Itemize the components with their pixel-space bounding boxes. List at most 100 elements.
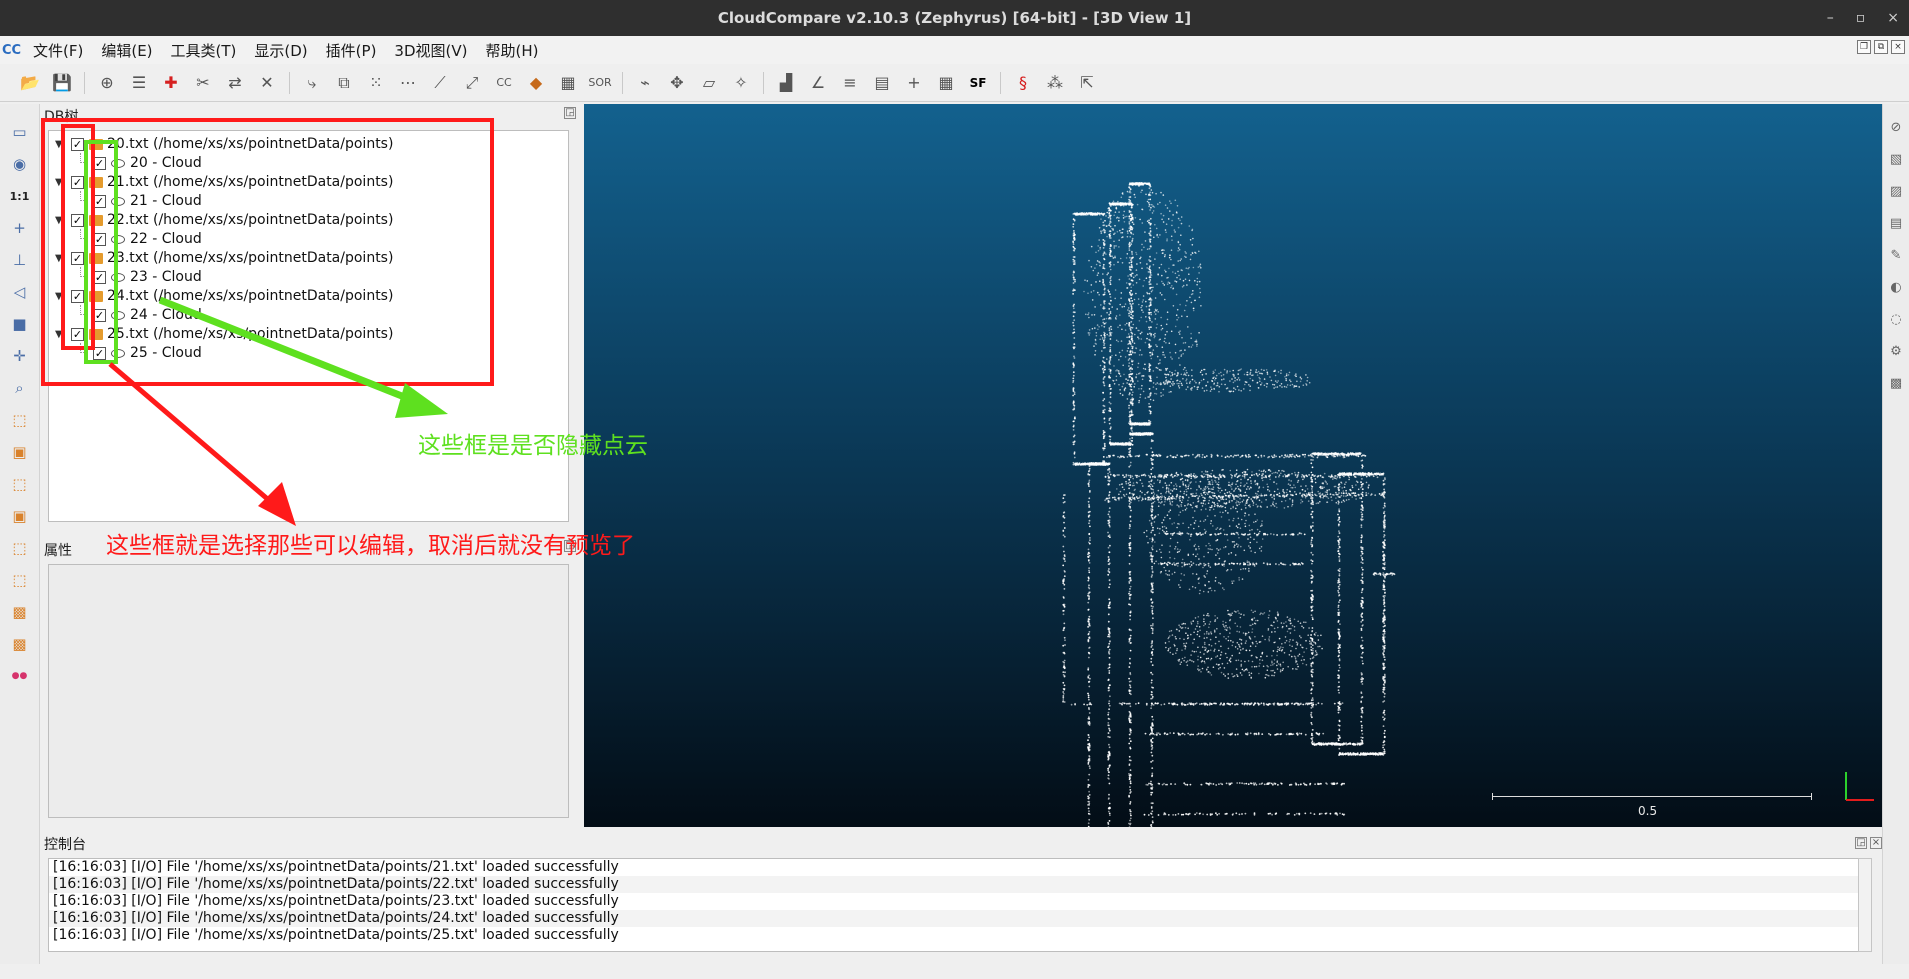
one-to-one-icon[interactable]: 1:1 (6, 182, 34, 210)
tree-file-row[interactable]: ▼ ✓ 20.txt (/home/xs/xs/pointnetData/point… (55, 135, 393, 153)
left-cube-icon[interactable]: ⬚ (6, 470, 34, 498)
transform-icon[interactable]: ⊕ (94, 70, 120, 96)
tree-cloud-row[interactable]: ✓ 25 - Cloud (93, 344, 202, 362)
visibility-checkbox[interactable]: ✓ (93, 194, 106, 208)
slope-icon[interactable]: ∠ (805, 70, 831, 96)
expand-arrow-icon[interactable]: ▼ (55, 291, 65, 302)
front-label-icon[interactable]: ▩ (6, 598, 34, 626)
pick-icon[interactable]: ✧ (728, 70, 754, 96)
rotate-icon[interactable]: ◁ (6, 278, 34, 306)
noise-icon[interactable]: ⁂ (1042, 70, 1068, 96)
cc-icon[interactable]: CC (491, 70, 517, 96)
zoom-icon[interactable]: ⌕ (6, 374, 34, 402)
measure-icon[interactable]: ⌁ (632, 70, 658, 96)
auto-pivot-icon[interactable]: ⊥ (6, 246, 34, 274)
histogram-icon[interactable]: ▟ (773, 70, 799, 96)
minimize-button[interactable]: – (1827, 10, 1834, 26)
menu-display[interactable]: 显示(D) (245, 40, 316, 61)
back-cube-icon[interactable]: ▣ (6, 502, 34, 530)
misc-icon[interactable]: ⚙ (1885, 340, 1907, 362)
mdi-float-button[interactable]: ⧉ (1874, 40, 1888, 54)
expand-arrow-icon[interactable]: ▼ (55, 139, 65, 150)
enable-checkbox[interactable]: ✓ (71, 175, 84, 189)
translate-icon[interactable]: ⇄ (222, 70, 248, 96)
tree-cloud-row[interactable]: ✓ 20 - Cloud (93, 154, 202, 172)
close-button[interactable]: × (1887, 10, 1899, 26)
hpr-icon[interactable]: ◌ (1885, 308, 1907, 330)
enable-checkbox[interactable]: ✓ (71, 327, 84, 341)
enable-checkbox[interactable]: ✓ (71, 137, 84, 151)
console-close-button[interactable]: × (1870, 837, 1882, 849)
expand-arrow-icon[interactable]: ▼ (55, 253, 65, 264)
delete-icon[interactable]: ✕ (254, 70, 280, 96)
right-cube-icon[interactable]: ⬚ (6, 534, 34, 562)
tree-cloud-row[interactable]: ✓ 21 - Cloud (93, 192, 202, 210)
back-label-icon[interactable]: ▩ (6, 630, 34, 658)
compass-icon[interactable]: § (1010, 70, 1036, 96)
db-tree-float-button[interactable]: ◲ (564, 107, 576, 119)
expand-arrow-icon[interactable]: ▼ (55, 215, 65, 226)
enable-checkbox[interactable]: ✓ (71, 251, 84, 265)
menu-help[interactable]: 帮助(H) (476, 40, 547, 61)
move-icon[interactable]: ✥ (664, 70, 690, 96)
hide-icon[interactable]: ⊘ (1885, 116, 1907, 138)
tree-file-row[interactable]: ▼ ✓ 25.txt (/home/xs/xs/pointnetData/point… (55, 325, 393, 343)
list-icon[interactable]: ☰ (126, 70, 152, 96)
console-scrollbar[interactable] (1858, 858, 1872, 952)
calendar-icon[interactable]: ▤ (869, 70, 895, 96)
menu-3d-views[interactable]: 3D视图(V) (385, 40, 476, 61)
display-icon[interactable]: ▨ (1885, 180, 1907, 202)
camera-icon[interactable]: ◉ (6, 150, 34, 178)
sample-icon[interactable]: ⁙ (363, 70, 389, 96)
open-icon[interactable]: 📂 (17, 70, 43, 96)
menu-file[interactable]: 文件(F) (24, 40, 92, 61)
monitor-icon[interactable]: ▭ (6, 118, 34, 146)
clone-icon[interactable]: ⧉ (331, 70, 357, 96)
sor-icon[interactable]: SOR (587, 70, 613, 96)
plus-icon[interactable]: + (901, 70, 927, 96)
expand-arrow-icon[interactable]: ▼ (55, 177, 65, 188)
merge-icon[interactable]: ⤷ (299, 70, 325, 96)
segment-icon[interactable]: ✂ (190, 70, 216, 96)
plane-icon[interactable]: ▱ (696, 70, 722, 96)
menu-edit[interactable]: 编辑(E) (92, 40, 161, 61)
tree-cloud-row[interactable]: ✓ 23 - Cloud (93, 268, 202, 286)
film-icon[interactable]: ▤ (1885, 212, 1907, 234)
tree-file-row[interactable]: ▼ ✓ 21.txt (/home/xs/xs/pointnetData/point… (55, 173, 393, 191)
bucket-icon[interactable]: ◆ (523, 70, 549, 96)
visibility-checkbox[interactable]: ✓ (93, 308, 106, 322)
tree-file-row[interactable]: ▼ ✓ 23.txt (/home/xs/xs/pointnetData/point… (55, 249, 393, 267)
tree-cloud-row[interactable]: ✓ 24 - Cloud (93, 306, 202, 324)
plus-icon[interactable]: + (6, 214, 34, 242)
box-icon[interactable]: ■ (6, 310, 34, 338)
sf-icon[interactable]: ⟋ (427, 70, 453, 96)
export-icon[interactable]: ⇱ (1074, 70, 1100, 96)
mdi-close-button[interactable]: × (1891, 40, 1905, 54)
console-log[interactable]: [16:16:03] [I/O] File '/home/xs/xs/point… (48, 858, 1860, 952)
top-cube-icon[interactable]: ▣ (6, 438, 34, 466)
visibility-checkbox[interactable]: ✓ (93, 346, 106, 360)
tree-file-row[interactable]: ▼ ✓ 22.txt (/home/xs/xs/pointnetData/point… (55, 211, 393, 229)
subsample-icon[interactable]: ⋯ (395, 70, 421, 96)
brush-icon[interactable]: ✎ (1885, 244, 1907, 266)
scalar-icon[interactable]: ▧ (1885, 148, 1907, 170)
enable-checkbox[interactable]: ✓ (71, 213, 84, 227)
db-tree[interactable]: ▼ ✓ 20.txt (/home/xs/xs/pointnetData/point… (48, 130, 569, 522)
expand-arrow-icon[interactable]: ▼ (55, 329, 65, 340)
bottom-cube-icon[interactable]: ⬚ (6, 566, 34, 594)
move-cross-icon[interactable]: ✛ (6, 342, 34, 370)
visibility-checkbox[interactable]: ✓ (93, 270, 106, 284)
save-icon[interactable]: 💾 (49, 70, 75, 96)
pdf-icon[interactable]: ▩ (1885, 372, 1907, 394)
calculator-icon[interactable]: ▦ (933, 70, 959, 96)
enable-checkbox[interactable]: ✓ (71, 289, 84, 303)
maximize-button[interactable]: ▫ (1856, 10, 1866, 26)
menu-tools[interactable]: 工具类(T) (162, 40, 246, 61)
sf-color-icon[interactable]: SF (965, 70, 991, 96)
stereo-icon[interactable]: ●● (6, 662, 34, 690)
add-point-icon[interactable]: ✚ (158, 70, 184, 96)
register-icon[interactable]: ⤢ (459, 70, 485, 96)
minmax-icon[interactable]: ≡ (837, 70, 863, 96)
console-float-button[interactable]: ◲ (1855, 837, 1867, 849)
sf-glyph-icon[interactable]: ◐ (1885, 276, 1907, 298)
